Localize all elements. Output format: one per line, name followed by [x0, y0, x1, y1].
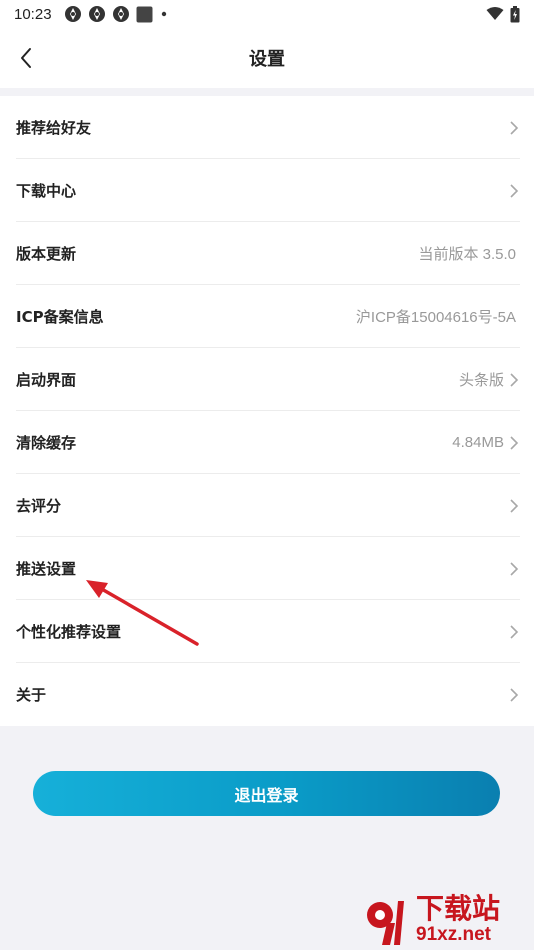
app-square-icon — [136, 6, 153, 22]
settings-item-recommend-friends[interactable]: 推荐给好友 — [0, 96, 534, 159]
settings-item-label: 关于 — [16, 686, 47, 704]
settings-item-launch-screen[interactable]: 启动界面 头条版 — [0, 348, 534, 411]
chevron-right-icon — [510, 120, 519, 135]
chevron-right-icon — [510, 498, 519, 513]
status-system-icons — [486, 5, 520, 23]
settings-item-label: 推送设置 — [16, 560, 77, 578]
settings-item-icp-info[interactable]: ICP备案信息 沪ICP备15004616号-5A — [0, 285, 534, 348]
dot-icon — [161, 11, 166, 17]
settings-item-label: ICP备案信息 — [16, 308, 104, 326]
settings-item-label: 清除缓存 — [16, 434, 77, 452]
settings-item-push-settings[interactable]: 推送设置 — [0, 537, 534, 600]
aperture-icon — [88, 6, 105, 22]
settings-list: 推荐给好友 下载中心 版本更新 当前版本 3.5.0 ICP备案信息 沪ICP备… — [0, 96, 534, 726]
chevron-right-icon — [510, 372, 519, 387]
aperture-icon — [112, 6, 129, 22]
watermark-logo-icon — [367, 901, 404, 945]
settings-item-version-update[interactable]: 版本更新 当前版本 3.5.0 — [0, 222, 534, 285]
back-button[interactable] — [12, 42, 40, 74]
app-header: 设置 — [0, 28, 534, 88]
logout-button[interactable]: 退出登录 — [33, 771, 500, 816]
battery-icon — [510, 5, 520, 22]
settings-item-label: 去评分 — [16, 497, 62, 515]
settings-item-label: 个性化推荐设置 — [16, 623, 122, 641]
settings-item-label: 下载中心 — [16, 182, 77, 200]
chevron-right-icon — [510, 435, 519, 450]
settings-item-rate-app[interactable]: 去评分 — [0, 474, 534, 537]
settings-item-label: 启动界面 — [16, 371, 77, 389]
watermark-url: 91xz.net — [416, 924, 491, 945]
watermark: 下载站 91xz.net — [360, 892, 530, 948]
chevron-right-icon — [510, 561, 519, 576]
status-bar: 10:23 — [0, 0, 534, 28]
page-title: 设置 — [249, 49, 285, 70]
chevron-left-icon — [21, 48, 31, 68]
chevron-right-icon — [510, 624, 519, 639]
version-value: 当前版本 3.5.0 — [418, 246, 516, 263]
settings-item-label: 版本更新 — [16, 245, 77, 263]
chevron-right-icon — [510, 183, 519, 198]
aperture-icon — [64, 6, 81, 22]
launch-screen-value: 头条版 — [458, 372, 504, 389]
settings-item-clear-cache[interactable]: 清除缓存 4.84MB — [0, 411, 534, 474]
watermark-title: 下载站 — [416, 892, 501, 925]
cache-size-value: 4.84MB — [452, 434, 504, 451]
icp-value: 沪ICP备15004616号-5A — [355, 309, 516, 326]
chevron-right-icon — [510, 687, 519, 702]
status-time: 10:23 — [14, 5, 52, 23]
settings-item-label: 推荐给好友 — [16, 119, 92, 137]
status-notification-icons — [64, 5, 169, 23]
settings-item-download-center[interactable]: 下载中心 — [0, 159, 534, 222]
settings-item-about[interactable]: 关于 — [0, 663, 534, 726]
settings-item-personalized-recommend[interactable]: 个性化推荐设置 — [0, 600, 534, 663]
wifi-icon — [486, 7, 504, 20]
